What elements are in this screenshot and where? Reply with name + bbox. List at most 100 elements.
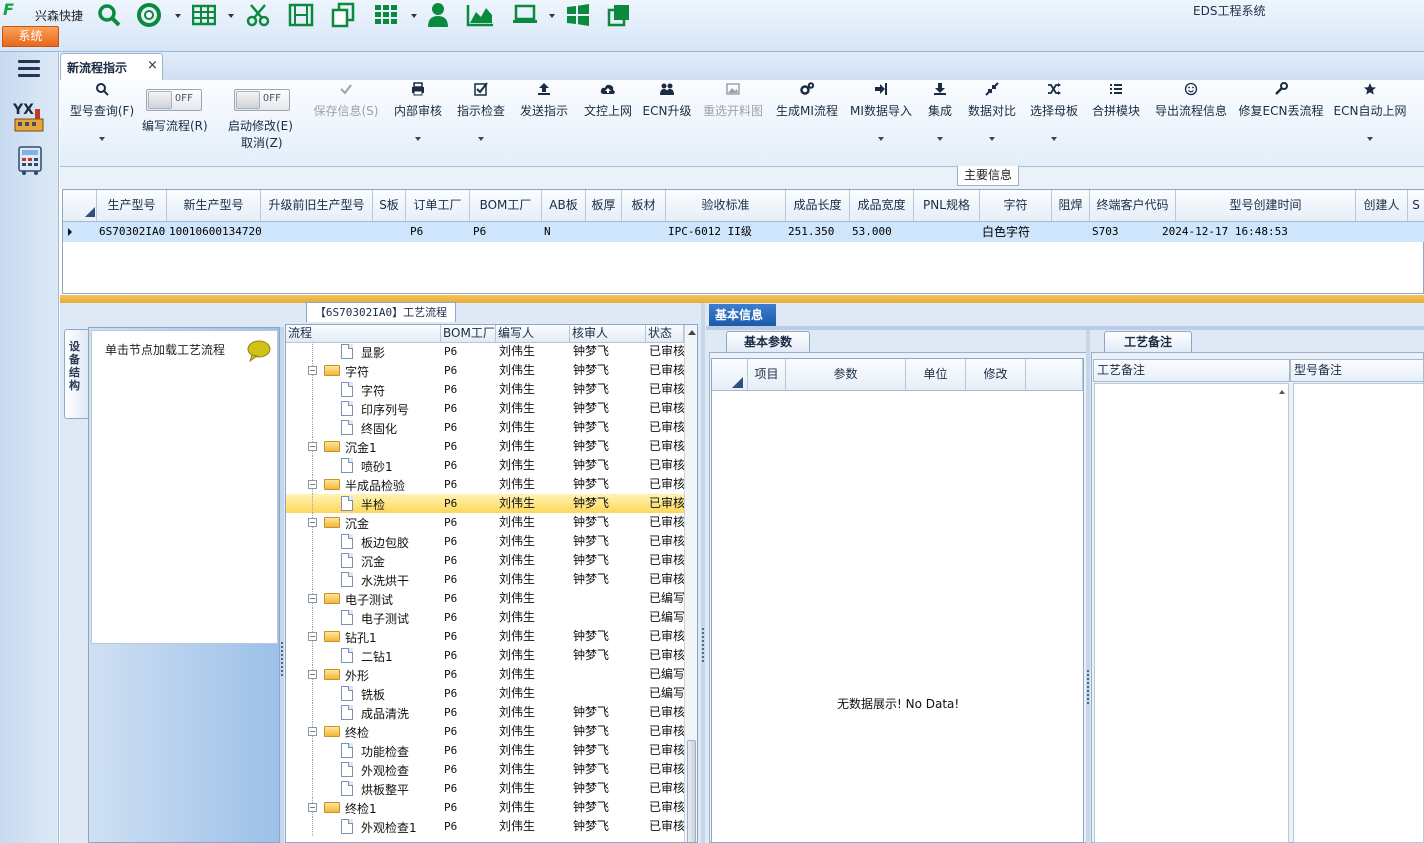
- table-cell[interactable]: [914, 222, 980, 242]
- horizontal-splitter[interactable]: [60, 295, 1424, 303]
- film-icon[interactable]: [288, 2, 314, 28]
- grid-icon[interactable]: [374, 2, 398, 28]
- column-header[interactable]: 终端客户代码: [1090, 190, 1176, 222]
- table-cell[interactable]: [1052, 222, 1090, 242]
- windows-icon[interactable]: [566, 2, 590, 28]
- column-header[interactable]: 参数: [786, 359, 906, 391]
- laptop-icon[interactable]: [512, 2, 538, 28]
- scroll-up-icon[interactable]: [1279, 390, 1285, 394]
- table-cell[interactable]: IPC-6012 II级: [666, 222, 786, 242]
- collapse-icon[interactable]: −: [308, 632, 317, 641]
- column-header[interactable]: 阻焊: [1052, 190, 1090, 222]
- tree-row[interactable]: 铣板 P6 刘伟生 已编写: [286, 684, 684, 703]
- column-header[interactable]: 板厚: [586, 190, 622, 222]
- chevron-down-icon[interactable]: [415, 137, 421, 141]
- yx-factory-icon[interactable]: YX: [12, 101, 47, 133]
- column-header[interactable]: 修改: [966, 359, 1026, 391]
- column-header[interactable]: 升级前旧生产型号: [261, 190, 373, 222]
- start-modify-toggle[interactable]: OFF: [234, 89, 290, 111]
- tree-row[interactable]: − 外形 P6 刘伟生 已编写: [286, 665, 684, 684]
- table-cell[interactable]: 白色字符: [980, 222, 1052, 242]
- export-process-info-button[interactable]: 导出流程信息: [1152, 80, 1230, 160]
- doc-control-online-button[interactable]: 文控上网: [580, 80, 636, 160]
- column-header[interactable]: 项目: [748, 359, 786, 391]
- column-header[interactable]: 型号创建时间: [1176, 190, 1356, 222]
- chevron-down-icon[interactable]: [1367, 137, 1373, 141]
- ecn-auto-online-button[interactable]: ECN自动上网: [1332, 80, 1408, 160]
- system-tab[interactable]: 系统: [2, 26, 59, 47]
- table-cell[interactable]: [1408, 222, 1424, 242]
- column-header[interactable]: 核审人: [570, 325, 646, 343]
- table-cell[interactable]: [622, 222, 666, 242]
- search-icon[interactable]: [97, 2, 121, 28]
- close-icon[interactable]: ×: [147, 58, 158, 73]
- chevron-down-icon[interactable]: [228, 14, 234, 18]
- column-header[interactable]: 编写人: [496, 325, 570, 343]
- tree-row[interactable]: 成品清洗 P6 刘伟生 钟梦飞 已审核: [286, 703, 684, 722]
- tree-row[interactable]: 显影 P6 刘伟生 钟梦飞 已审核: [286, 342, 684, 361]
- internal-review-button[interactable]: 内部审核: [390, 80, 446, 160]
- save-info-button[interactable]: 保存信息(S): [310, 80, 382, 160]
- column-header[interactable]: BOM工厂: [470, 190, 542, 222]
- collapse-icon[interactable]: −: [308, 727, 317, 736]
- chevron-down-icon[interactable]: [411, 14, 417, 18]
- grid-corner[interactable]: [712, 359, 748, 391]
- scroll-thumb[interactable]: [687, 740, 696, 842]
- column-header[interactable]: 流程: [286, 325, 441, 343]
- tree-scrollbar[interactable]: [684, 325, 697, 842]
- user-icon[interactable]: [427, 2, 449, 28]
- tree-row[interactable]: 烘板整平 P6 刘伟生 钟梦飞 已审核: [286, 779, 684, 798]
- tree-row[interactable]: 终固化 P6 刘伟生 钟梦飞 已审核: [286, 418, 684, 437]
- column-header[interactable]: 字符: [980, 190, 1052, 222]
- column-header[interactable]: 新生产型号: [167, 190, 261, 222]
- collapse-icon[interactable]: −: [308, 594, 317, 603]
- lifebuoy-icon[interactable]: [136, 2, 162, 28]
- tree-row[interactable]: − 钻孔1 P6 刘伟生 钟梦飞 已审核: [286, 627, 684, 646]
- tab-new-process-instruction[interactable]: 新流程指示 ×: [60, 53, 163, 80]
- collapse-icon[interactable]: −: [308, 442, 317, 451]
- column-header[interactable]: 成品长度: [786, 190, 850, 222]
- menu-icon[interactable]: [18, 60, 40, 78]
- integrate-button[interactable]: 集成: [920, 80, 960, 160]
- reselect-cutting-chart-button[interactable]: 重选开料图: [700, 80, 766, 160]
- table-cell[interactable]: N: [542, 222, 586, 242]
- table-cell[interactable]: [586, 222, 622, 242]
- instruction-check-button[interactable]: 指示检查: [453, 80, 509, 160]
- tree-row[interactable]: − 半成品检验 P6 刘伟生 钟梦飞 已审核: [286, 475, 684, 494]
- table-cell[interactable]: P6: [470, 222, 542, 242]
- tree-row[interactable]: 电子测试 P6 刘伟生 已编写: [286, 608, 684, 627]
- collapse-icon[interactable]: −: [308, 480, 317, 489]
- process-remark-textarea[interactable]: [1094, 383, 1289, 843]
- generate-mi-process-button[interactable]: 生成MI流程: [774, 80, 840, 160]
- tree-row[interactable]: 水洗烘干 P6 刘伟生 钟梦飞 已审核: [286, 570, 684, 589]
- column-header[interactable]: 生产型号: [97, 190, 167, 222]
- chevron-down-icon[interactable]: [989, 137, 995, 141]
- main-info-title[interactable]: 主要信息: [957, 166, 1019, 186]
- tab-process-remark[interactable]: 工艺备注: [1104, 331, 1192, 353]
- table-cell[interactable]: [261, 222, 373, 242]
- column-header[interactable]: 验收标准: [666, 190, 786, 222]
- copy-icon[interactable]: [331, 2, 355, 28]
- scroll-up-icon[interactable]: [688, 330, 696, 335]
- collapse-icon[interactable]: −: [308, 803, 317, 812]
- chevron-down-icon[interactable]: [478, 137, 484, 141]
- tree-row[interactable]: − 终检 P6 刘伟生 钟梦飞 已审核: [286, 722, 684, 741]
- left-vertical-splitter[interactable]: [280, 327, 284, 843]
- tree-row[interactable]: 沉金 P6 刘伟生 钟梦飞 已审核: [286, 551, 684, 570]
- tree-row[interactable]: − 终检1 P6 刘伟生 钟梦飞 已审核: [286, 798, 684, 817]
- model-remark-textarea[interactable]: [1293, 383, 1424, 843]
- grid-corner[interactable]: [63, 190, 97, 222]
- chevron-down-icon[interactable]: [1051, 137, 1057, 141]
- clone-icon[interactable]: [607, 2, 631, 28]
- table-cell[interactable]: 6S70302IA0: [97, 222, 167, 242]
- column-header[interactable]: AB板: [542, 190, 586, 222]
- tree-row[interactable]: 外观检查 P6 刘伟生 钟梦飞 已审核: [286, 760, 684, 779]
- equipment-tree-box[interactable]: [91, 330, 278, 644]
- column-header[interactable]: 创建人: [1356, 190, 1408, 222]
- model-query-button[interactable]: 型号查询(F): [64, 80, 140, 160]
- write-process-toggle[interactable]: OFF: [146, 89, 202, 111]
- tree-row[interactable]: 字符 P6 刘伟生 钟梦飞 已审核: [286, 380, 684, 399]
- table-cell[interactable]: [1356, 222, 1408, 242]
- table-cell[interactable]: [373, 222, 406, 242]
- scissors-icon[interactable]: [246, 2, 270, 28]
